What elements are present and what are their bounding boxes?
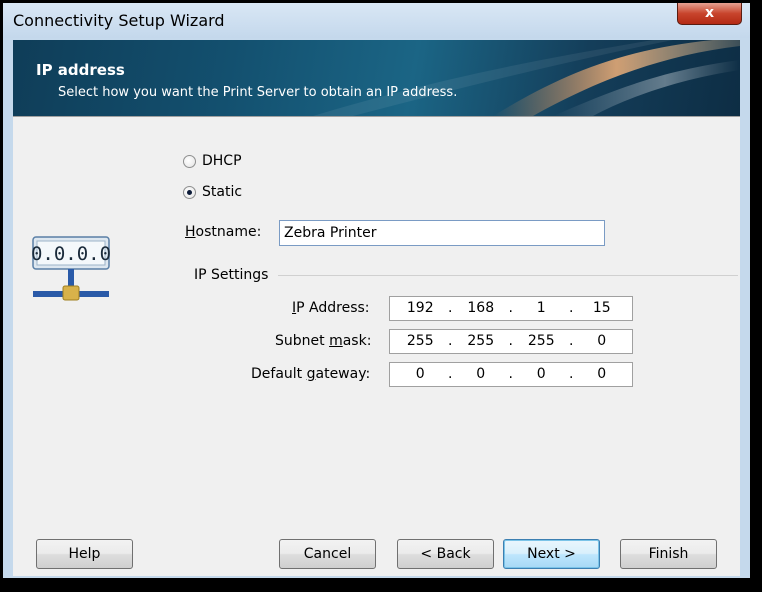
subnet-mask-octet[interactable]: 255. (451, 330, 513, 353)
close-button[interactable]: x (677, 3, 742, 25)
page-subtitle: Select how you want the Print Server to … (58, 85, 458, 100)
header-banner: IP address Select how you want the Print… (13, 40, 740, 116)
radio-dhcp-label: DHCP (202, 153, 242, 169)
ip-address-label: IP Address: (292, 300, 370, 316)
back-button[interactable]: < Back (397, 539, 494, 569)
hostname-label: Hostname: (185, 224, 262, 240)
subnet-mask-label: Subnet mask: (275, 333, 372, 349)
ip-address-octet[interactable]: 1. (511, 297, 574, 320)
finish-button[interactable]: Finish (620, 539, 717, 569)
radio-dhcp-indicator[interactable] (183, 154, 196, 168)
default-gateway-octet[interactable]: 0. (511, 363, 574, 386)
ip-settings-group-line (278, 275, 738, 276)
radio-dhcp[interactable]: DHCP (183, 153, 242, 169)
close-icon: x (704, 5, 715, 21)
cancel-button[interactable]: Cancel (279, 539, 376, 569)
ip-address-octet[interactable]: 168. (451, 297, 513, 320)
icon-ip-readout: 0.0.0.0 (31, 243, 111, 265)
default-gateway-octet[interactable]: 0. (451, 363, 513, 386)
title-bar[interactable]: Connectivity Setup Wizard x (3, 3, 750, 38)
network-ip-icon: 0.0.0.0 (31, 236, 111, 301)
hostname-input[interactable] (279, 220, 605, 246)
page-title: IP address (36, 61, 125, 79)
window-title: Connectivity Setup Wizard (13, 11, 225, 30)
default-gateway-octet[interactable]: 0. (390, 363, 453, 386)
ip-address-octet[interactable]: 192. (390, 297, 453, 320)
ip-settings-group-label: IP Settings (194, 267, 269, 283)
subnet-mask-octet[interactable]: 255. (511, 330, 574, 353)
wizard-window: Connectivity Setup Wizard x IP address S… (3, 3, 750, 578)
default-gateway-octet[interactable]: 0 (572, 363, 633, 386)
default-gateway-field[interactable]: 0. 0. 0. 0 (389, 362, 633, 387)
help-button[interactable]: Help (36, 539, 133, 569)
ip-address-field[interactable]: 192. 168. 1. 15 (389, 296, 633, 321)
ip-address-octet[interactable]: 15 (572, 297, 633, 320)
radio-static[interactable]: Static (183, 184, 242, 200)
wizard-body: 0.0.0.0 DHCP Static Hostname: IP Setting… (13, 117, 740, 576)
subnet-mask-octet[interactable]: 0 (572, 330, 633, 353)
radio-static-label: Static (202, 184, 243, 200)
subnet-mask-octet[interactable]: 255. (390, 330, 453, 353)
wizard-client-area: IP address Select how you want the Print… (13, 40, 740, 576)
subnet-mask-field[interactable]: 255. 255. 255. 0 (389, 329, 633, 354)
next-button[interactable]: Next > (503, 539, 600, 569)
radio-static-indicator[interactable] (183, 185, 196, 199)
default-gateway-label: Default gateway: (251, 366, 371, 382)
